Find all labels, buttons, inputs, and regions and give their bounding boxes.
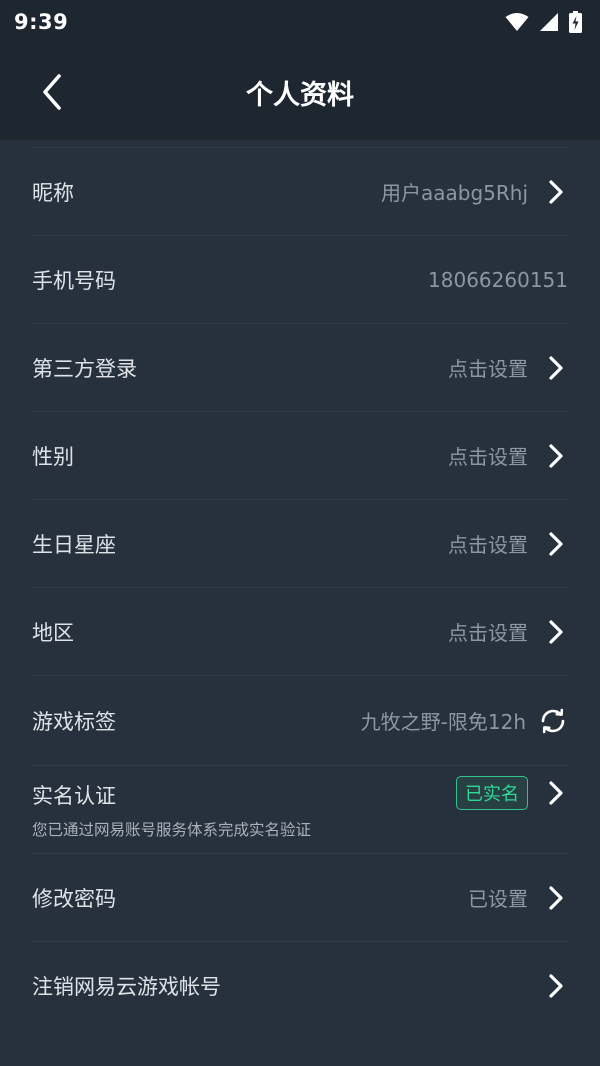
row-label: 修改密码 bbox=[32, 886, 116, 911]
row-label: 第三方登录 bbox=[32, 356, 137, 381]
row-label: 实名认证 bbox=[32, 783, 116, 808]
back-arrow-icon bbox=[43, 74, 61, 110]
app-header: 个人资料 bbox=[0, 44, 600, 140]
row-change-password[interactable]: 修改密码 已设置 bbox=[32, 854, 568, 942]
verified-badge: 已实名 bbox=[456, 776, 528, 810]
row-value: 点击设置 bbox=[448, 357, 528, 381]
chevron-right-icon bbox=[548, 355, 564, 381]
row-value: 点击设置 bbox=[448, 445, 528, 469]
wifi-icon bbox=[505, 13, 529, 31]
row-value: 用户aaabg5Rhj bbox=[380, 181, 528, 205]
row-value: 点击设置 bbox=[448, 533, 528, 557]
chevron-right-icon bbox=[548, 973, 564, 999]
row-label: 注销网易云游戏帐号 bbox=[32, 975, 221, 999]
row-value: 九牧之野-限免12h bbox=[360, 710, 526, 734]
row-gender[interactable]: 性别 点击设置 bbox=[32, 412, 568, 500]
chevron-right-icon bbox=[548, 531, 564, 557]
row-sub-label: 您已通过网易账号服务体系完成实名验证 bbox=[32, 820, 312, 839]
chevron-right-icon bbox=[548, 780, 564, 806]
row-label: 生日星座 bbox=[32, 532, 116, 557]
row-delete-account[interactable]: 注销网易云游戏帐号 bbox=[32, 942, 568, 1030]
chevron-right-icon bbox=[548, 619, 564, 645]
status-time: 9:39 bbox=[14, 10, 69, 34]
cellular-signal-icon bbox=[540, 13, 558, 31]
chevron-right-icon bbox=[548, 443, 564, 469]
row-value: 18066260151 bbox=[428, 267, 568, 292]
row-label: 地区 bbox=[32, 620, 74, 645]
row-value: 点击设置 bbox=[448, 621, 528, 645]
chevron-right-icon bbox=[548, 885, 564, 911]
battery-charging-icon bbox=[569, 11, 582, 33]
row-real-name-verification[interactable]: 实名认证 您已通过网易账号服务体系完成实名验证 已实名 bbox=[32, 766, 568, 854]
row-label: 手机号码 bbox=[32, 268, 116, 293]
row-label: 性别 bbox=[32, 444, 74, 469]
row-phone-number: 手机号码 18066260151 bbox=[32, 236, 568, 324]
row-birthday[interactable]: 生日星座 点击设置 bbox=[32, 500, 568, 588]
row-label: 昵称 bbox=[32, 180, 74, 205]
row-third-party-login[interactable]: 第三方登录 点击设置 bbox=[32, 324, 568, 412]
row-nickname[interactable]: 昵称 用户aaabg5Rhj bbox=[32, 148, 568, 236]
row-label-block: 实名认证 您已通过网易账号服务体系完成实名验证 bbox=[32, 780, 311, 840]
chevron-right-icon bbox=[548, 179, 564, 205]
row-game-tag[interactable]: 游戏标签 九牧之野-限免12h bbox=[32, 676, 568, 766]
back-button[interactable] bbox=[26, 66, 78, 118]
row-label: 游戏标签 bbox=[32, 709, 116, 734]
row-region[interactable]: 地区 点击设置 bbox=[32, 588, 568, 676]
page-title: 个人资料 bbox=[246, 79, 354, 111]
row-value: 已设置 bbox=[468, 887, 528, 911]
refresh-icon[interactable] bbox=[538, 706, 568, 736]
status-bar: 9:39 bbox=[0, 0, 600, 44]
status-icons bbox=[505, 11, 582, 33]
